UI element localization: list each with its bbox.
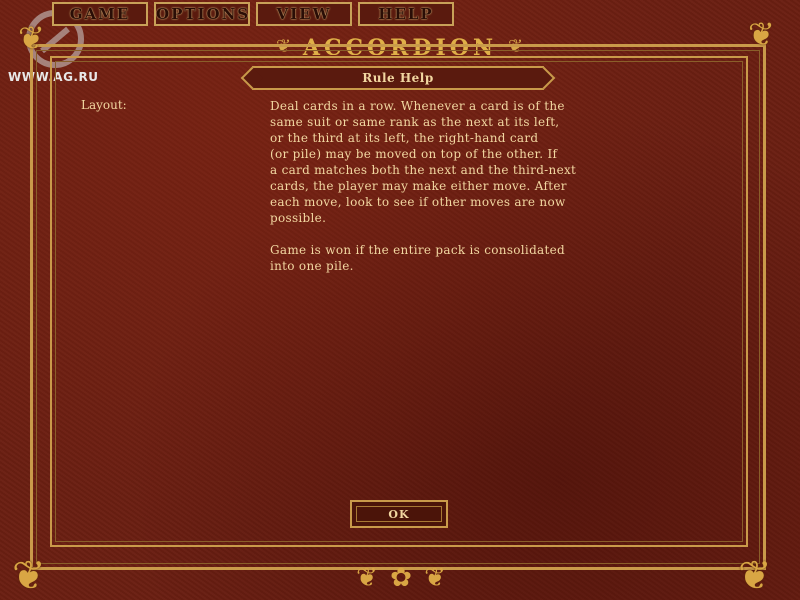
menu-help[interactable]: HELP bbox=[358, 2, 454, 26]
rule-section-label: Layout: bbox=[81, 98, 127, 112]
corner-ornament-icon: ❦ bbox=[12, 553, 46, 599]
ok-button[interactable]: OK bbox=[350, 500, 448, 528]
ok-button-label: OK bbox=[356, 506, 442, 522]
menu-game[interactable]: GAME bbox=[52, 2, 148, 26]
menu-view[interactable]: VIEW bbox=[256, 2, 352, 26]
menu-bar: GAME OPTIONS VIEW HELP bbox=[52, 2, 454, 26]
dialog-title: Rule Help bbox=[252, 66, 544, 90]
corner-ornament-icon: ❦ bbox=[748, 15, 775, 53]
corner-ornament-icon: ❦ bbox=[738, 553, 772, 599]
rule-text: Deal cards in a row. Whenever a card is … bbox=[270, 99, 577, 273]
menu-options[interactable]: OPTIONS bbox=[154, 2, 250, 26]
corner-ornament-icon: ❦ bbox=[18, 19, 45, 57]
bottom-flourish-icon: ❦ ✿ ❦ bbox=[356, 563, 448, 593]
